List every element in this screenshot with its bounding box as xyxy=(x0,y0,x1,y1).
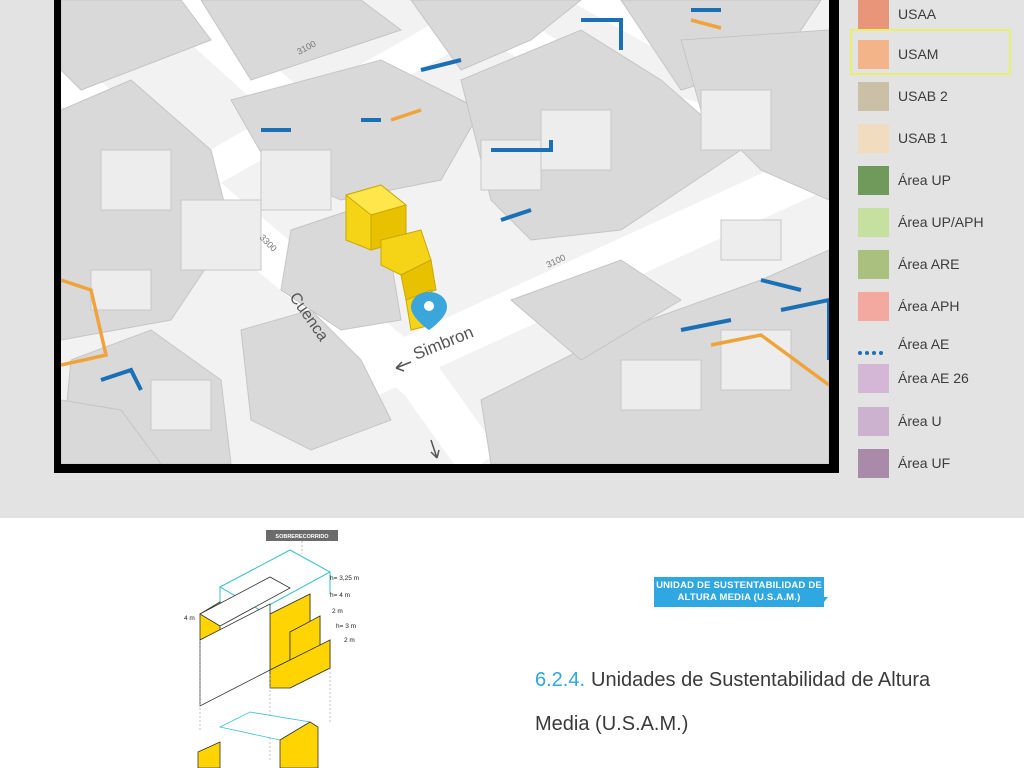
legend-swatch xyxy=(858,0,889,29)
legend-swatch xyxy=(858,124,889,153)
dotted-line-icon xyxy=(858,342,889,355)
legend-swatch xyxy=(858,208,889,237)
legend-label: Área AE xyxy=(898,336,950,352)
legend-swatch xyxy=(858,449,889,478)
legend-item-area-ae-26[interactable]: Área AE 26 xyxy=(850,364,1024,404)
legend-item-area-up[interactable]: Área UP xyxy=(850,166,1024,206)
legend-swatch xyxy=(858,82,889,111)
building-section-diagram: SOBRERECORRIDO h= 3,25 m h= 4 m 2 m h= 3… xyxy=(184,530,359,768)
section-badge: UNIDAD DE SUSTENTABILIDAD DE ALTURA MEDI… xyxy=(654,577,828,615)
badge-line-1: UNIDAD DE SUSTENTABILIDAD DE xyxy=(656,580,822,591)
legend-item-area-up-aph[interactable]: Área UP/APH xyxy=(850,208,1024,248)
legend-label: Área UP xyxy=(898,172,951,188)
legend-swatch xyxy=(858,407,889,436)
map-view[interactable]: Cuenca Simbron 3100 3300 3100 xyxy=(61,0,829,464)
label-h2: h= 4 m xyxy=(330,592,350,599)
legend-item-usab-1[interactable]: USAB 1 xyxy=(850,124,1024,164)
legend-label: USAB 2 xyxy=(898,88,948,104)
legend-label: Área APH xyxy=(898,298,960,314)
label-d1: 2 m xyxy=(332,608,343,615)
legend-item-area-uf[interactable]: Área UF xyxy=(850,449,1024,489)
legend-item-usab-2[interactable]: USAB 2 xyxy=(850,82,1024,122)
section-title-line-1: Unidades de Sustentabilidad de Altura xyxy=(591,669,931,691)
label-h1: h= 3,25 m xyxy=(330,575,359,582)
legend-swatch xyxy=(858,292,889,321)
legend-item-area-are[interactable]: Área ARE xyxy=(850,250,1024,290)
label-h3: h= 3 m xyxy=(336,623,356,630)
badge-line-2: ALTURA MEDIA (U.S.A.M.) xyxy=(677,592,801,603)
legend-label: Área AE 26 xyxy=(898,370,969,386)
legend-label: Área U xyxy=(898,413,942,429)
diagram-tag: SOBRERECORRIDO xyxy=(275,534,329,540)
section-title-line-2: Media (U.S.A.M.) xyxy=(535,713,689,735)
legend-swatch xyxy=(858,364,889,393)
legend-label: Área UF xyxy=(898,455,951,471)
selection-highlight xyxy=(850,29,1011,75)
legend-swatch xyxy=(858,166,889,195)
legend-label: USAB 1 xyxy=(898,130,948,146)
legend-swatch xyxy=(858,250,889,279)
legend-item-area-aph[interactable]: Área APH xyxy=(850,292,1024,332)
section-heading: 6.2.4. Unidades de Sustentabilidad de Alt… xyxy=(535,658,995,746)
legend-label: Área ARE xyxy=(898,256,960,272)
section-number: 6.2.4. xyxy=(535,669,586,691)
legend-item-area-u[interactable]: Área U xyxy=(850,407,1024,447)
label-d2: 2 m xyxy=(344,637,355,644)
legend-label: Área UP/APH xyxy=(898,214,984,230)
label-depth: 4 m xyxy=(184,615,195,622)
legend-label: USAA xyxy=(898,6,937,22)
